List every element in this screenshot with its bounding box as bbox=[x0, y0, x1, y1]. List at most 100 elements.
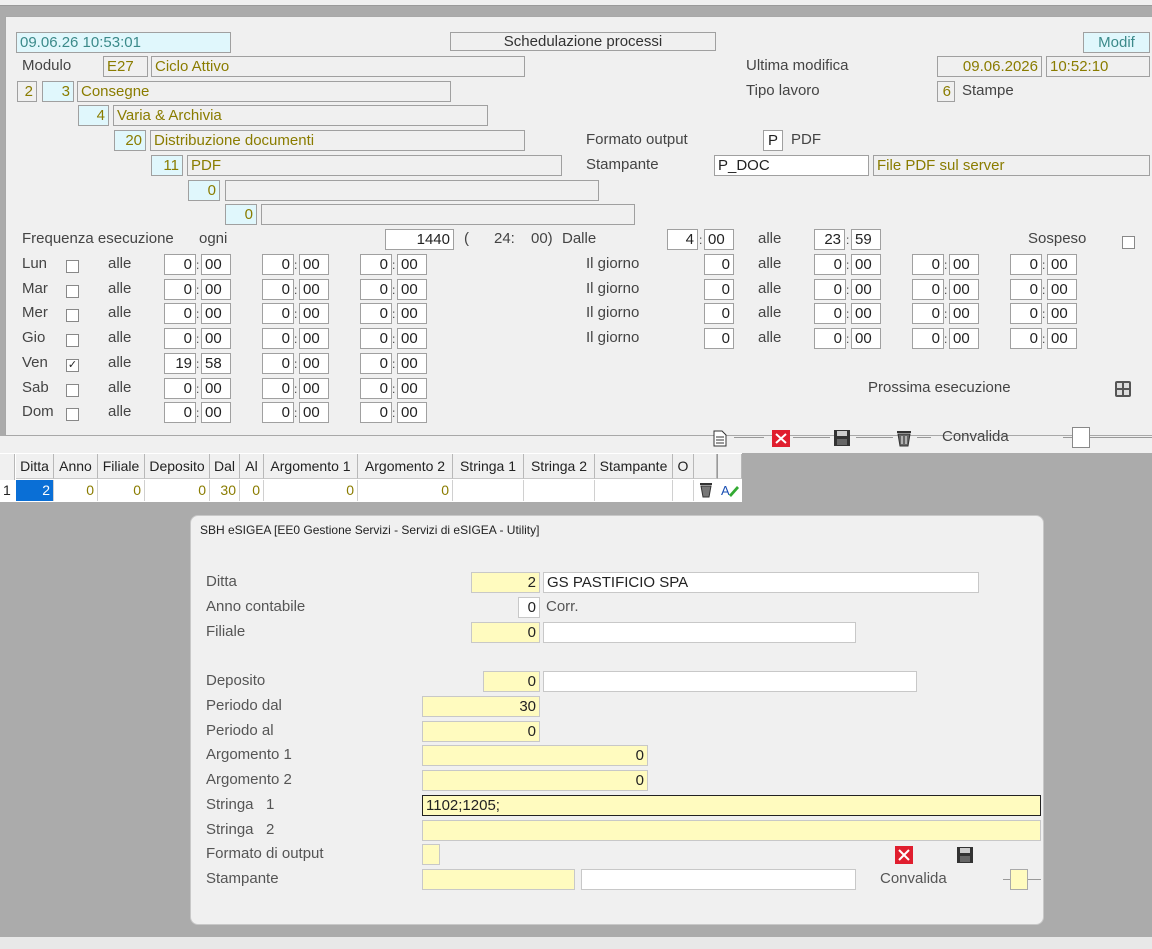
day-checkbox[interactable] bbox=[66, 260, 79, 273]
time-hour-field[interactable]: 0 bbox=[360, 353, 392, 374]
time-minute-field[interactable]: 00 bbox=[201, 303, 231, 324]
grid-column-header[interactable]: Argomento 1 bbox=[264, 454, 358, 479]
row-delete-icon[interactable] bbox=[698, 482, 714, 499]
grid-cell[interactable]: 0 bbox=[240, 480, 264, 501]
time-hour-field[interactable]: 0 bbox=[164, 328, 196, 349]
time-hour-field[interactable]: 0 bbox=[262, 378, 294, 399]
day-checkbox[interactable] bbox=[66, 408, 79, 421]
time-minute-field[interactable]: 00 bbox=[397, 303, 427, 324]
convalida-field[interactable] bbox=[1072, 427, 1090, 448]
time-minute-field[interactable]: 00 bbox=[949, 303, 979, 324]
grid-cell[interactable]: 0 bbox=[264, 480, 358, 501]
time-hour-field[interactable]: 0 bbox=[360, 328, 392, 349]
time-minute-field[interactable]: 00 bbox=[949, 279, 979, 300]
deposito-field[interactable]: 0 bbox=[483, 671, 540, 692]
grid-cell[interactable] bbox=[453, 480, 524, 501]
time-hour-field[interactable]: 0 bbox=[912, 279, 944, 300]
time-hour-field[interactable]: 0 bbox=[1010, 303, 1042, 324]
delete-x-icon[interactable] bbox=[772, 430, 790, 447]
tipo-lavoro-code[interactable]: 6 bbox=[937, 81, 955, 102]
time-minute-field[interactable]: 00 bbox=[1047, 303, 1077, 324]
grid-column-header[interactable]: Stringa 2 bbox=[524, 454, 595, 479]
ogni-minutes-field[interactable]: 1440 bbox=[385, 229, 454, 250]
time-minute-field[interactable]: 00 bbox=[299, 378, 329, 399]
time-hour-field[interactable]: 0 bbox=[164, 254, 196, 275]
day-checkbox[interactable] bbox=[66, 334, 79, 347]
grid-column-header[interactable]: Anno bbox=[54, 454, 98, 479]
time-hour-field[interactable]: 0 bbox=[1010, 279, 1042, 300]
time-minute-field[interactable]: 00 bbox=[397, 378, 427, 399]
time-minute-field[interactable]: 00 bbox=[299, 254, 329, 275]
grid-column-header[interactable]: Deposito bbox=[145, 454, 210, 479]
time-minute-field[interactable]: 00 bbox=[1047, 279, 1077, 300]
filiale-field[interactable]: 0 bbox=[471, 622, 540, 643]
grid-column-header[interactable]: Stringa 1 bbox=[453, 454, 524, 479]
trash-icon[interactable] bbox=[896, 430, 912, 447]
dalle-minute-field[interactable]: 00 bbox=[704, 229, 734, 250]
time-minute-field[interactable]: 00 bbox=[201, 254, 231, 275]
time-hour-field[interactable]: 0 bbox=[814, 279, 846, 300]
time-hour-field[interactable]: 0 bbox=[262, 254, 294, 275]
grid-cell[interactable]: 30 bbox=[210, 480, 240, 501]
grid-cell[interactable]: 0 bbox=[98, 480, 145, 501]
giorno-field[interactable]: 0 bbox=[704, 328, 734, 349]
time-hour-field[interactable]: 0 bbox=[164, 303, 196, 324]
time-minute-field[interactable]: 00 bbox=[949, 328, 979, 349]
tree-level4-num[interactable]: 11 bbox=[151, 155, 183, 176]
time-hour-field[interactable]: 0 bbox=[164, 378, 196, 399]
time-minute-field[interactable]: 00 bbox=[201, 328, 231, 349]
time-minute-field[interactable]: 00 bbox=[1047, 328, 1077, 349]
time-hour-field[interactable]: 0 bbox=[912, 328, 944, 349]
grid-column-header[interactable]: Filiale bbox=[98, 454, 145, 479]
day-checkbox[interactable] bbox=[66, 384, 79, 397]
time-minute-field[interactable]: 00 bbox=[299, 303, 329, 324]
time-minute-field[interactable]: 00 bbox=[397, 353, 427, 374]
argomento1-field[interactable]: 0 bbox=[422, 745, 648, 766]
day-checkbox[interactable] bbox=[66, 309, 79, 322]
giorno-field[interactable]: 0 bbox=[704, 254, 734, 275]
dialog-cancel-icon[interactable] bbox=[895, 846, 913, 864]
time-minute-field[interactable]: 00 bbox=[299, 402, 329, 423]
time-minute-field[interactable]: 00 bbox=[299, 279, 329, 300]
time-hour-field[interactable]: 0 bbox=[262, 328, 294, 349]
tree-level6-num[interactable]: 0 bbox=[225, 204, 257, 225]
grid-cell[interactable]: 0 bbox=[145, 480, 210, 501]
time-hour-field[interactable]: 0 bbox=[360, 402, 392, 423]
grid-cell[interactable]: 0 bbox=[54, 480, 98, 501]
time-minute-field[interactable]: 00 bbox=[1047, 254, 1077, 275]
time-hour-field[interactable]: 0 bbox=[360, 378, 392, 399]
time-hour-field[interactable]: 0 bbox=[1010, 328, 1042, 349]
tree-level1-a[interactable]: 2 bbox=[17, 81, 37, 102]
grid-cell[interactable] bbox=[595, 480, 673, 501]
periodo-dal-field[interactable]: 30 bbox=[422, 696, 540, 717]
time-minute-field[interactable]: 58 bbox=[201, 353, 231, 374]
grid-column-header[interactable]: Al bbox=[240, 454, 264, 479]
tree-level5-num[interactable]: 0 bbox=[188, 180, 220, 201]
dialog-convalida-field[interactable] bbox=[1010, 869, 1028, 890]
new-document-icon[interactable] bbox=[711, 429, 729, 447]
time-hour-field[interactable]: 0 bbox=[262, 279, 294, 300]
time-hour-field[interactable]: 0 bbox=[1010, 254, 1042, 275]
alle-minute-field[interactable]: 59 bbox=[851, 229, 881, 250]
tree-level1-b[interactable]: 3 bbox=[42, 81, 74, 102]
alle-hour-field[interactable]: 23 bbox=[814, 229, 845, 250]
time-hour-field[interactable]: 0 bbox=[262, 402, 294, 423]
dialog-save-icon[interactable] bbox=[957, 847, 973, 863]
time-minute-field[interactable]: 00 bbox=[397, 402, 427, 423]
time-minute-field[interactable]: 00 bbox=[299, 353, 329, 374]
anno-field[interactable]: 0 bbox=[518, 597, 540, 618]
time-minute-field[interactable]: 00 bbox=[201, 378, 231, 399]
time-hour-field[interactable]: 19 bbox=[164, 353, 196, 374]
stampante-dialog-field[interactable] bbox=[422, 869, 575, 890]
row-edit-icon[interactable]: A bbox=[720, 481, 740, 499]
time-hour-field[interactable]: 0 bbox=[912, 254, 944, 275]
time-hour-field[interactable]: 0 bbox=[360, 279, 392, 300]
time-hour-field[interactable]: 0 bbox=[360, 254, 392, 275]
time-minute-field[interactable]: 00 bbox=[949, 254, 979, 275]
time-minute-field[interactable]: 00 bbox=[299, 328, 329, 349]
giorno-field[interactable]: 0 bbox=[704, 279, 734, 300]
time-hour-field[interactable]: 0 bbox=[262, 303, 294, 324]
giorno-field[interactable]: 0 bbox=[704, 303, 734, 324]
time-minute-field[interactable]: 00 bbox=[851, 279, 881, 300]
formato-output-dialog-field[interactable] bbox=[422, 844, 440, 865]
